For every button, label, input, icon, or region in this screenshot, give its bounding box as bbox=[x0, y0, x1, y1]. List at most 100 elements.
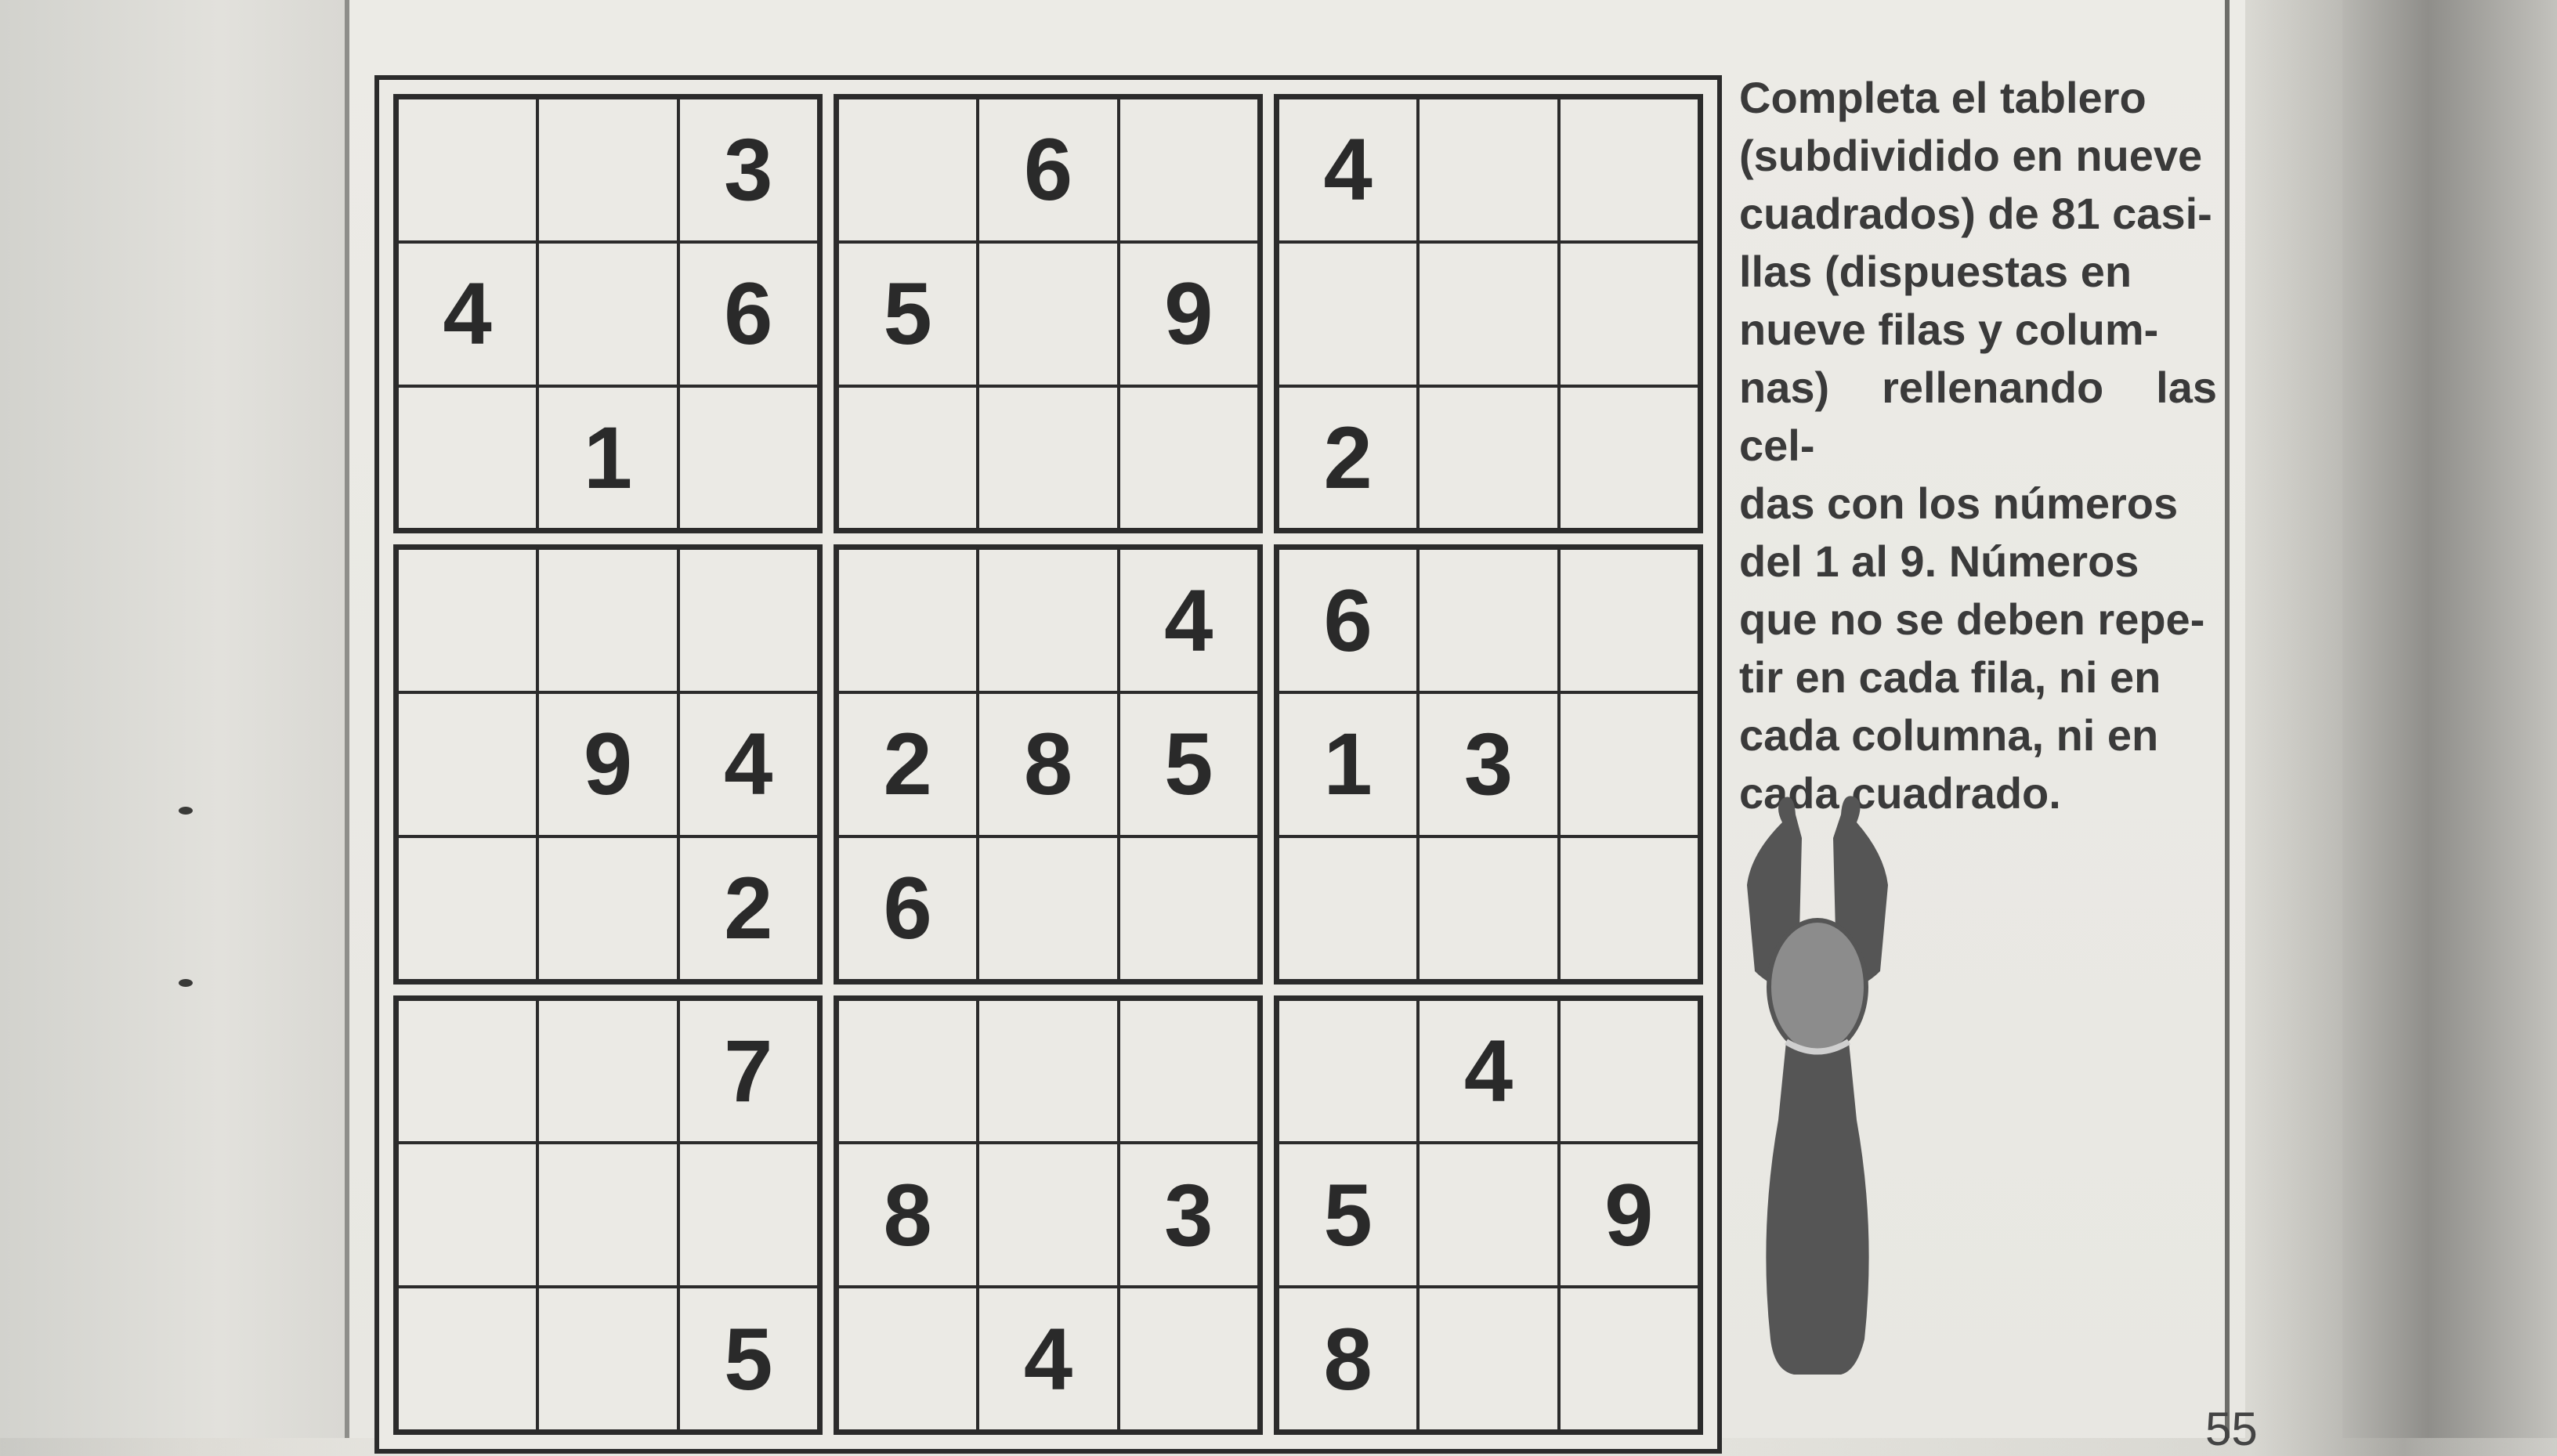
sudoku-cell: 9 bbox=[1558, 1143, 1699, 1288]
sudoku-cell bbox=[1558, 999, 1699, 1143]
sudoku-cell bbox=[678, 548, 819, 693]
sudoku-cell bbox=[537, 1287, 678, 1431]
sudoku-cell bbox=[537, 241, 678, 386]
sudoku-cell bbox=[837, 548, 978, 693]
sudoku-cell: 8 bbox=[837, 1143, 978, 1288]
sudoku-cell bbox=[1418, 385, 1559, 530]
sudoku-cell bbox=[1418, 1143, 1559, 1288]
sudoku-cell: 2 bbox=[678, 836, 819, 981]
sudoku-cell: 3 bbox=[1418, 692, 1559, 836]
sudoku-cell bbox=[537, 999, 678, 1143]
sudoku-cell: 5 bbox=[1118, 692, 1259, 836]
sudoku-cell bbox=[678, 385, 819, 530]
sudoku-cell: 4 bbox=[1418, 999, 1559, 1143]
sudoku-cell bbox=[1418, 836, 1559, 981]
sudoku-cell: 2 bbox=[837, 692, 978, 836]
sudoku-cell: 4 bbox=[397, 241, 538, 386]
sudoku-box: 834 bbox=[834, 995, 1263, 1435]
instructions-line: (subdividido en nueve bbox=[1739, 131, 2203, 180]
sudoku-box: 613 bbox=[1274, 544, 1703, 985]
sudoku-cell: 6 bbox=[837, 836, 978, 981]
sudoku-cell: 3 bbox=[678, 98, 819, 242]
sudoku-cell: 6 bbox=[1278, 548, 1419, 693]
sudoku-cell bbox=[1418, 548, 1559, 693]
sudoku-cell: 9 bbox=[537, 692, 678, 836]
sudoku-cell bbox=[1278, 241, 1419, 386]
sudoku-cell: 7 bbox=[678, 999, 819, 1143]
sudoku-cell: 4 bbox=[978, 1287, 1119, 1431]
sudoku-box: 42 bbox=[1274, 94, 1703, 534]
page-number: 55 bbox=[2205, 1403, 2258, 1455]
sudoku-cell bbox=[397, 548, 538, 693]
sudoku-cell: 5 bbox=[837, 241, 978, 386]
sudoku-cell bbox=[1278, 836, 1419, 981]
sudoku-cell bbox=[1558, 98, 1699, 242]
sudoku-cell bbox=[978, 999, 1119, 1143]
sudoku-cell bbox=[397, 1287, 538, 1431]
sudoku-cell bbox=[837, 385, 978, 530]
sudoku-cell bbox=[397, 999, 538, 1143]
page-edge bbox=[345, 0, 349, 1438]
instructions-line: Completa el tablero bbox=[1739, 73, 2147, 122]
sudoku-box: 4598 bbox=[1274, 995, 1703, 1435]
sudoku-cell bbox=[978, 836, 1119, 981]
sudoku-cell bbox=[1558, 385, 1699, 530]
sudoku-cell bbox=[678, 1143, 819, 1288]
sudoku-cell: 4 bbox=[1118, 548, 1259, 693]
instructions-line: que no se deben repe- bbox=[1739, 594, 2205, 644]
sudoku-cell: 2 bbox=[1278, 385, 1419, 530]
sudoku-cell bbox=[397, 385, 538, 530]
sudoku-cell: 8 bbox=[1278, 1287, 1419, 1431]
sudoku-cell bbox=[1278, 999, 1419, 1143]
sudoku-cell bbox=[397, 692, 538, 836]
sudoku-cell bbox=[397, 1143, 538, 1288]
instructions-line: nas) rellenando las cel- bbox=[1739, 363, 2217, 470]
sudoku-cell: 9 bbox=[1118, 241, 1259, 386]
sudoku-cell bbox=[1418, 98, 1559, 242]
sudoku-cell bbox=[1418, 241, 1559, 386]
sudoku-cell: 8 bbox=[978, 692, 1119, 836]
instructions-line: tir en cada fila, ni en bbox=[1739, 652, 2161, 702]
sudoku-cell bbox=[1558, 548, 1699, 693]
sudoku-cell bbox=[1118, 385, 1259, 530]
sudoku-cell bbox=[1418, 1287, 1559, 1431]
sudoku-cell bbox=[1558, 836, 1699, 981]
sudoku-cell bbox=[837, 98, 978, 242]
sudoku-cell bbox=[537, 98, 678, 242]
sudoku-box: 3461 bbox=[393, 94, 823, 534]
sudoku-cell bbox=[978, 241, 1119, 386]
sudoku-cell bbox=[1558, 241, 1699, 386]
sudoku-cell bbox=[1118, 836, 1259, 981]
instructions-text: Completa el tablero (subdividido en nueve… bbox=[1739, 69, 2217, 822]
sudoku-cell: 4 bbox=[678, 692, 819, 836]
sudoku-box: 659 bbox=[834, 94, 1263, 534]
sudoku-cell: 4 bbox=[1278, 98, 1419, 242]
sudoku-cell bbox=[978, 1143, 1119, 1288]
instructions-line: cuadrados) de 81 casi- bbox=[1739, 189, 2212, 238]
sudoku-box: 942 bbox=[393, 544, 823, 985]
sudoku-board: 34616594294242856613758344598 bbox=[374, 75, 1722, 1454]
sudoku-cell bbox=[397, 836, 538, 981]
sudoku-cell: 1 bbox=[1278, 692, 1419, 836]
sudoku-cell bbox=[1118, 999, 1259, 1143]
sudoku-grid: 34616594294242856613758344598 bbox=[393, 94, 1703, 1435]
sudoku-cell bbox=[1558, 692, 1699, 836]
sudoku-cell bbox=[837, 999, 978, 1143]
sudoku-cell bbox=[537, 836, 678, 981]
sudoku-cell bbox=[978, 548, 1119, 693]
instructions-line: das con los números bbox=[1739, 479, 2179, 528]
sudoku-cell bbox=[978, 385, 1119, 530]
sudoku-cell bbox=[537, 1143, 678, 1288]
sudoku-cell: 5 bbox=[1278, 1143, 1419, 1288]
instructions-line: nueve filas y colum- bbox=[1739, 305, 2159, 354]
sudoku-cell bbox=[1118, 1287, 1259, 1431]
sudoku-cell bbox=[1118, 98, 1259, 242]
sudoku-cell: 1 bbox=[537, 385, 678, 530]
sudoku-cell: 6 bbox=[678, 241, 819, 386]
background-shadow bbox=[2342, 0, 2557, 1438]
sudoku-cell: 6 bbox=[978, 98, 1119, 242]
sudoku-cell: 5 bbox=[678, 1287, 819, 1431]
book-binding bbox=[0, 0, 368, 1438]
instructions-line: llas (dispuestas en bbox=[1739, 247, 2132, 296]
sudoku-box: 42856 bbox=[834, 544, 1263, 985]
